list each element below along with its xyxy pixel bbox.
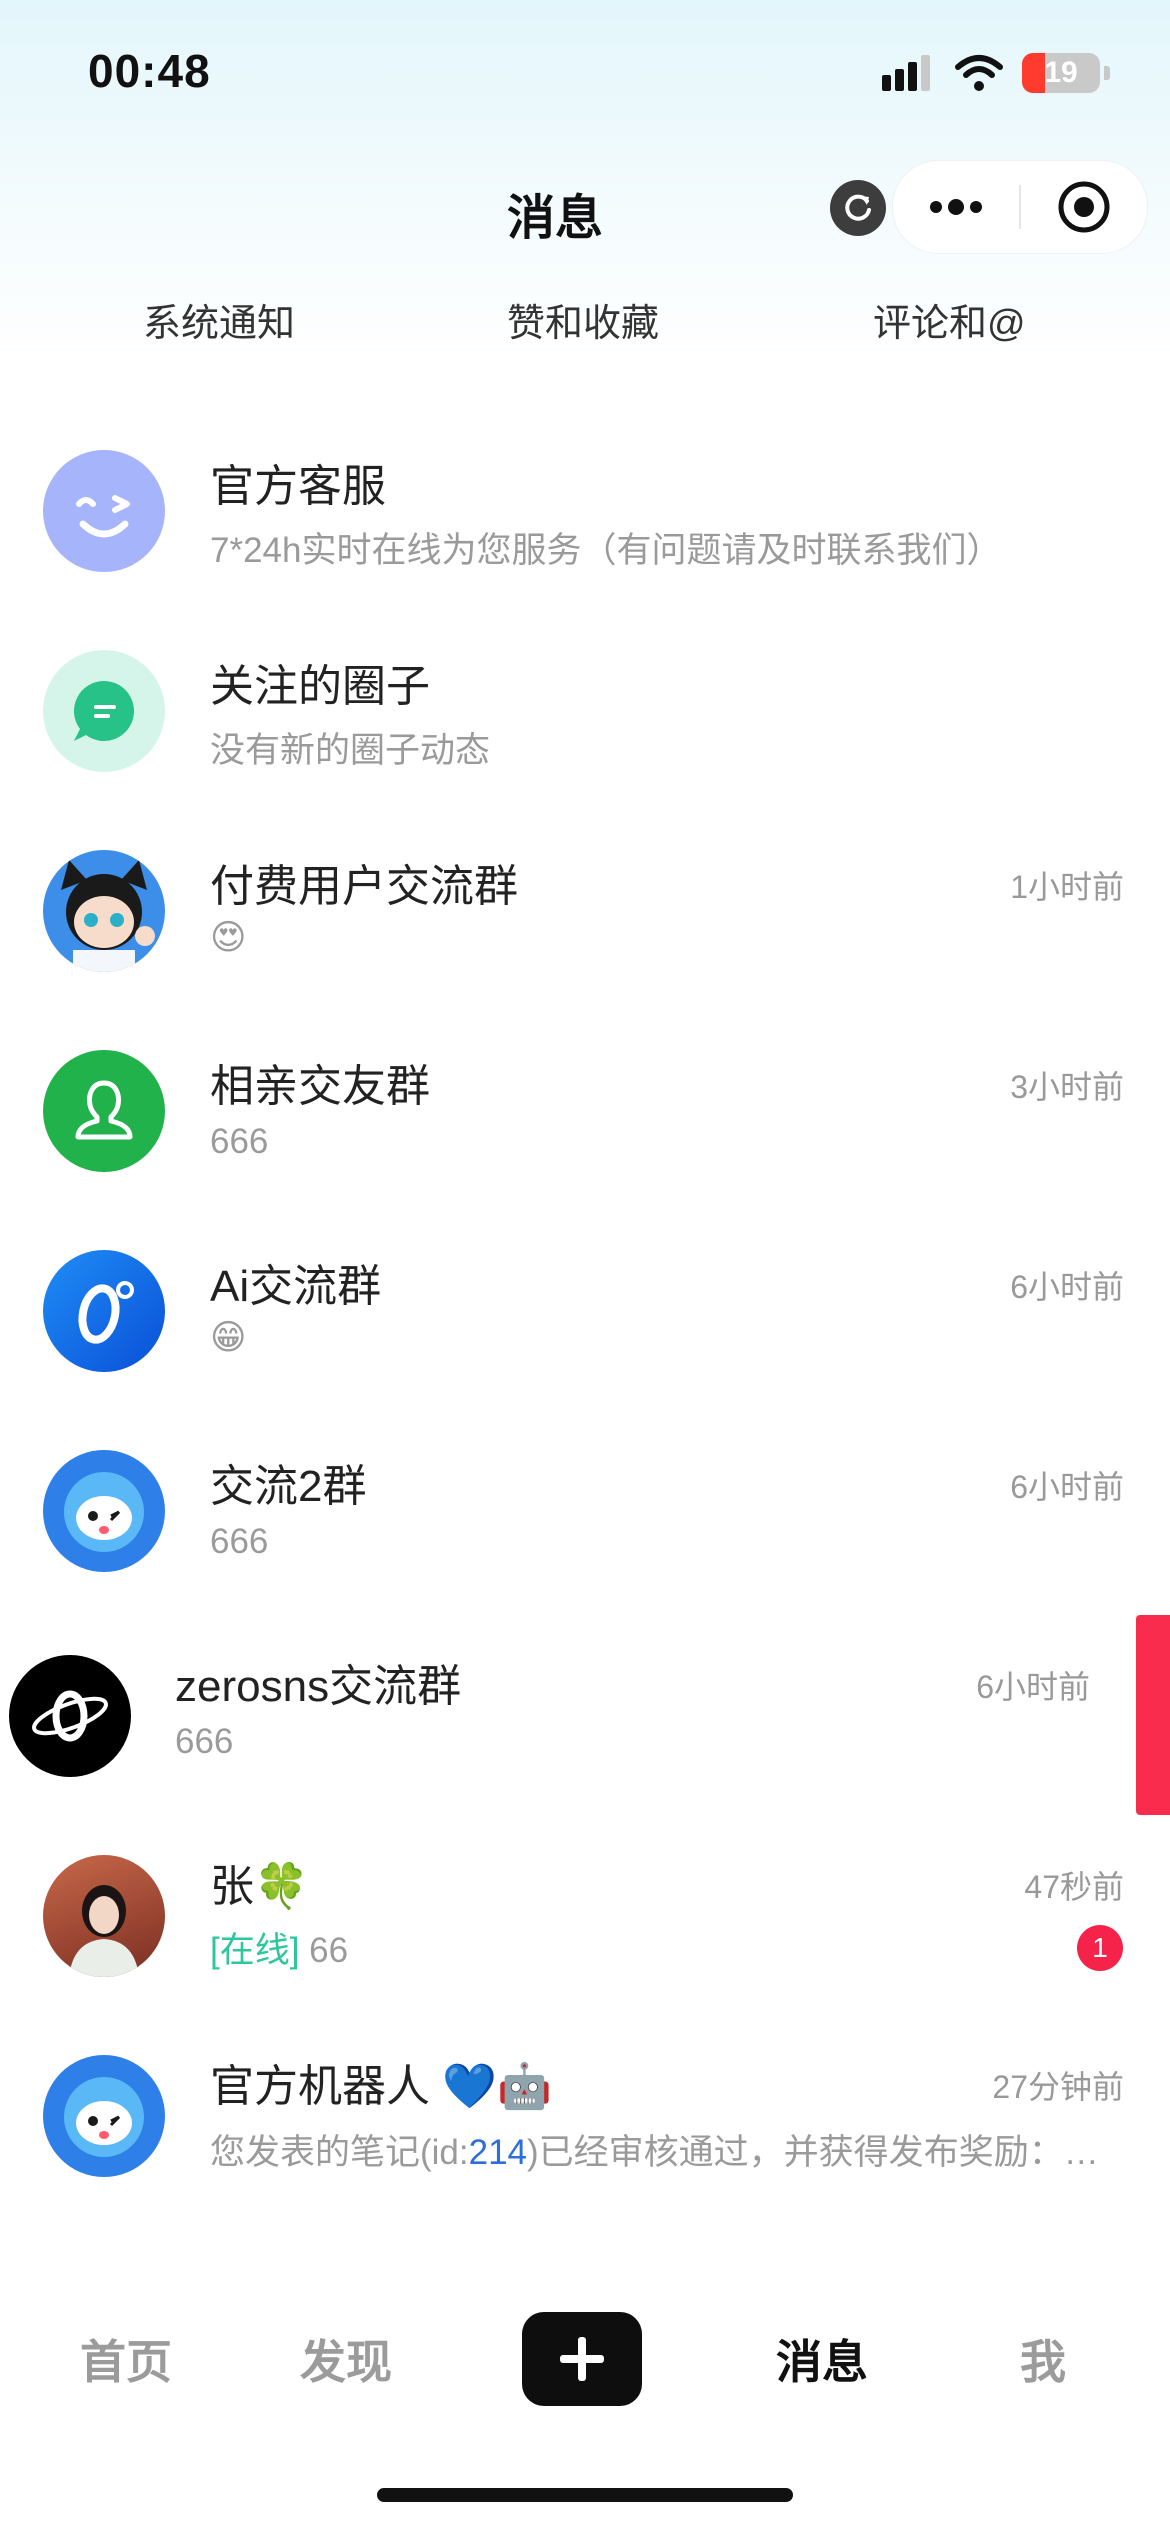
planet-ring-logo-icon <box>32 1690 108 1742</box>
cartoon-character-icon <box>61 860 155 972</box>
tab-comments-mentions[interactable]: 评论和@ <box>873 292 1026 347</box>
mascot-icon <box>64 1472 144 1552</box>
list-item-followed-circles[interactable]: 关注的圈子 没有新的圈子动态 <box>0 610 1170 810</box>
chat-bubble-icon <box>74 681 134 741</box>
list-item-zhang[interactable]: 张🍀 [在线] 66 47秒前 1 <box>0 1810 1170 2010</box>
preview-part-b: )已经审核通过，并获得发布奖励：… <box>527 2133 1099 2172</box>
user-silhouette-icon <box>75 1080 133 1140</box>
list-item-zerosns-group[interactable]: zerosns交流群 666 6小时前 <box>0 1610 1170 1810</box>
home-indicator <box>377 2488 793 2502</box>
message-time: 6小时前 <box>976 1669 1090 1705</box>
zero-degree-logo-icon <box>78 1281 134 1344</box>
message-title: Ai交流群 <box>210 1262 382 1311</box>
list-item-ai-group[interactable]: Ai交流群 😁 6小时前 <box>0 1210 1170 1410</box>
person-silhouette-avatar <box>43 1050 165 1172</box>
message-preview: 😁 <box>210 1318 247 1357</box>
cartoon-cat-boy-avatar <box>43 850 165 972</box>
zerosns-logo-avatar <box>9 1655 131 1777</box>
message-time: 6小时前 <box>1010 1469 1124 1505</box>
more-dots-icon <box>930 199 982 215</box>
close-miniprogram-button[interactable] <box>1021 161 1147 253</box>
user-photo-avatar <box>43 1855 165 1977</box>
message-preview: [在线] 66 <box>210 1922 348 1973</box>
online-status: [在线] <box>210 1931 300 1970</box>
unread-badge: 1 <box>1077 1925 1123 1971</box>
status-icons: 19 <box>880 48 1110 98</box>
zero-logo-avatar <box>43 1250 165 1372</box>
message-preview: 没有新的圈子动态 <box>210 731 491 770</box>
mascot-icon <box>64 2077 144 2157</box>
message-title: zerosns交流群 <box>175 1662 462 1711</box>
message-preview: 您发表的笔记(id:214)已经审核通过，并获得发布奖励：… <box>210 2124 1099 2175</box>
message-title: 交流2群 <box>210 1462 367 1511</box>
message-time: 3小时前 <box>1010 1069 1124 1105</box>
bottom-tab-bar: 首页 发现 消息 我 <box>0 2290 1170 2430</box>
message-preview: 666 <box>210 1122 269 1161</box>
tab-likes-favorites[interactable]: 赞和收藏 <box>507 292 659 347</box>
list-item-customer-service[interactable]: 官方客服 7*24h实时在线为您服务（有问题请及时联系我们） <box>0 410 1170 610</box>
message-title: 官方机器人 💙🤖 <box>210 2062 552 2111</box>
message-time: 27分钟前 <box>992 2069 1124 2105</box>
battery-level: 19 <box>1044 56 1078 89</box>
person-photo-icon <box>69 1885 139 1977</box>
chat-bubble-avatar <box>43 650 165 772</box>
list-item-official-robot[interactable]: 官方机器人 💙🤖 您发表的笔记(id:214)已经审核通过，并获得发布奖励：… … <box>0 2010 1170 2210</box>
target-icon <box>1058 181 1110 233</box>
wifi-icon <box>955 55 1003 91</box>
message-title: 官方客服 <box>210 462 386 511</box>
list-item-exchange-group-2[interactable]: 交流2群 666 6小时前 <box>0 1410 1170 1610</box>
battery-cap <box>1104 66 1110 80</box>
message-title: 相亲交友群 <box>210 1062 430 1111</box>
note-id-link[interactable]: 214 <box>469 2133 527 2172</box>
message-time: 1小时前 <box>1010 869 1124 905</box>
wink-face-avatar <box>43 450 165 572</box>
refresh-button[interactable] <box>830 180 886 236</box>
message-preview: 666 <box>175 1722 234 1761</box>
tab-me[interactable]: 我 <box>1020 2326 1066 2392</box>
tab-messages[interactable]: 消息 <box>776 2326 868 2392</box>
message-title: 付费用户交流群 <box>210 862 518 911</box>
more-button[interactable] <box>893 161 1019 253</box>
message-preview-text: 66 <box>299 1931 349 1970</box>
cellular-signal-icon <box>882 55 930 91</box>
wink-face-icon <box>76 495 130 538</box>
message-time: 47秒前 <box>1024 1869 1124 1905</box>
list-item-dating-group[interactable]: 相亲交友群 666 3小时前 <box>0 1010 1170 1210</box>
miniprogram-capsule <box>892 160 1148 254</box>
robot-mascot-avatar <box>43 2055 165 2177</box>
battery-icon: 19 <box>1022 53 1100 93</box>
message-time: 6小时前 <box>1010 1269 1124 1305</box>
preview-part-a: 您发表的笔记(id: <box>210 2133 469 2172</box>
create-post-button[interactable] <box>522 2312 642 2406</box>
message-title: 张🍀 <box>210 1862 309 1911</box>
swipe-delete-action[interactable] <box>1136 1615 1170 1815</box>
tab-system-notice[interactable]: 系统通知 <box>143 292 295 347</box>
message-preview: 7*24h实时在线为您服务（有问题请及时联系我们） <box>210 531 1002 570</box>
message-preview: 666 <box>210 1522 269 1561</box>
message-preview: 😍 <box>210 918 247 957</box>
list-item-paid-users-group[interactable]: 付费用户交流群 😍 1小时前 <box>0 810 1170 1010</box>
tab-home[interactable]: 首页 <box>80 2326 172 2392</box>
tab-discover[interactable]: 发现 <box>300 2326 392 2392</box>
status-time: 00:48 <box>88 45 211 97</box>
refresh-icon <box>845 194 871 221</box>
message-title: 关注的圈子 <box>210 662 430 711</box>
mascot-avatar <box>43 1450 165 1572</box>
plus-icon <box>560 2337 604 2381</box>
